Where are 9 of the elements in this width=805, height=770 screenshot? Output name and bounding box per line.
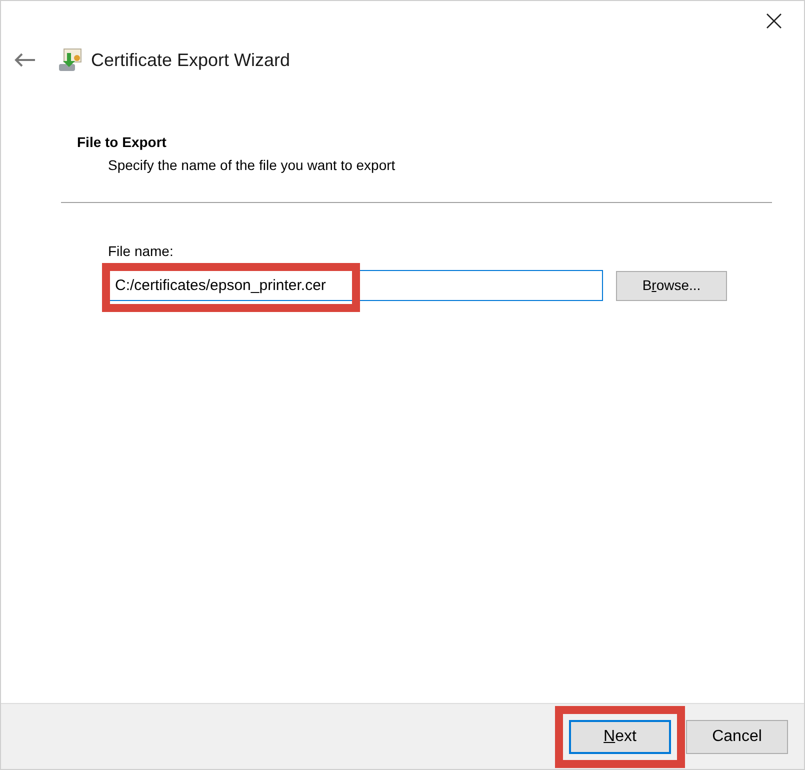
section-heading: File to Export <box>77 133 168 152</box>
certificate-icon <box>57 47 83 73</box>
next-button[interactable]: Next <box>569 720 671 754</box>
cancel-button[interactable]: Cancel <box>686 720 788 754</box>
window-title: Certificate Export Wizard <box>91 48 290 72</box>
section-description: Specify the name of the file you want to export <box>107 156 396 175</box>
browse-button[interactable]: Browse... <box>616 270 727 300</box>
file-name-field[interactable]: C:/certificates/epson_printer.cer <box>108 270 603 301</box>
field-label: File name: <box>108 242 174 261</box>
